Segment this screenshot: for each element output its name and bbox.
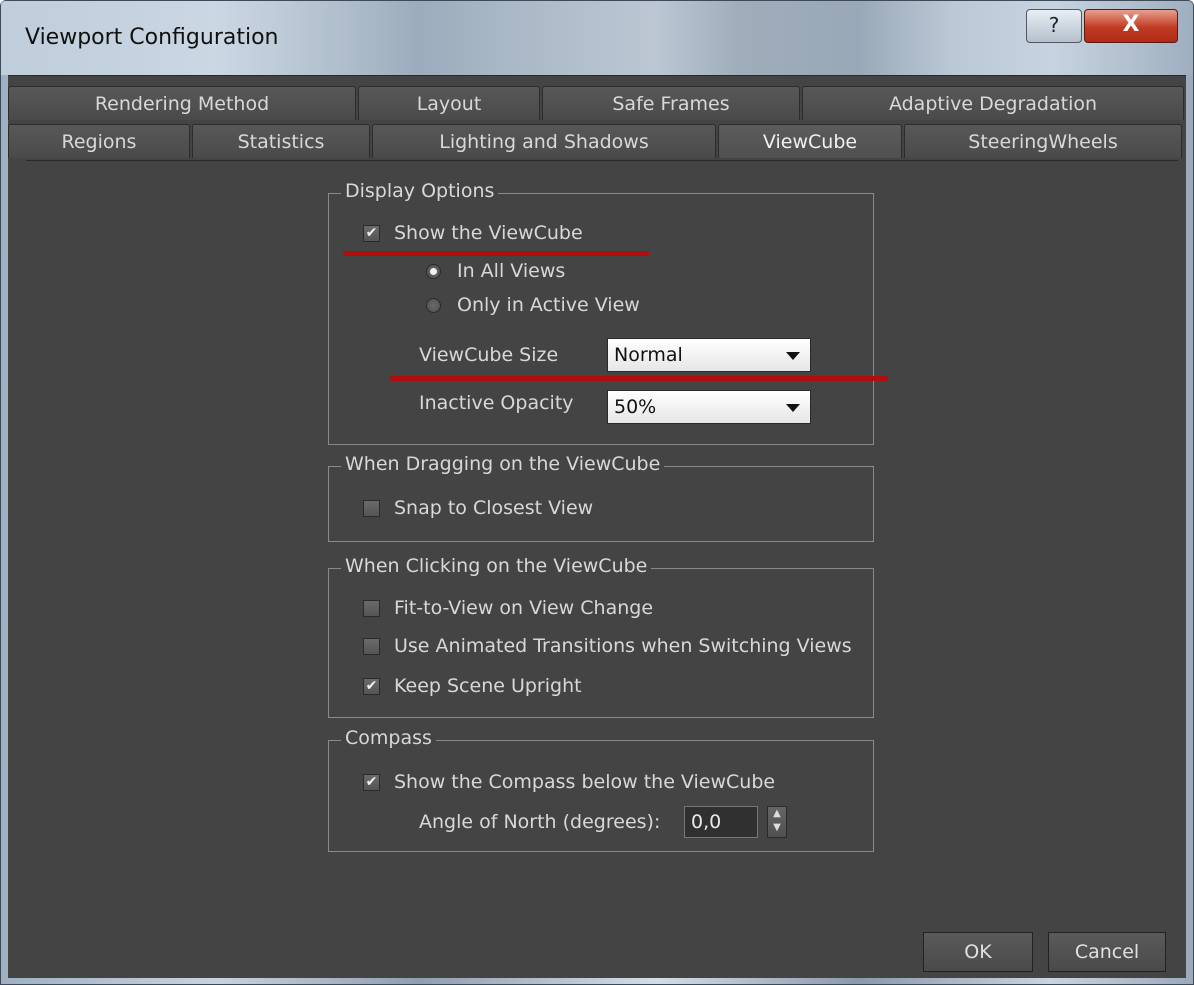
radio-selected-icon[interactable] xyxy=(426,263,441,279)
snap-to-closest-view-checkbox[interactable]: Snap to Closest View xyxy=(363,497,593,519)
help-button[interactable]: ? xyxy=(1026,9,1082,43)
close-button[interactable]: X xyxy=(1084,9,1178,43)
only-active-view-radio[interactable]: Only in Active View xyxy=(426,294,640,316)
checkbox-label: Fit-to-View on View Change xyxy=(394,597,654,619)
tab-statistics[interactable]: Statistics xyxy=(192,124,370,158)
dropdown-value: Normal xyxy=(614,344,683,366)
tab-steeringwheels[interactable]: SteeringWheels xyxy=(904,124,1182,158)
inactive-opacity-dropdown[interactable]: 50% xyxy=(607,390,811,424)
checkbox-label: Keep Scene Upright xyxy=(394,675,582,697)
fit-to-view-checkbox[interactable]: Fit-to-View on View Change xyxy=(363,597,653,619)
radio-label: In All Views xyxy=(457,260,566,282)
radio-unselected-icon[interactable] xyxy=(426,297,441,313)
title-bar[interactable]: Viewport Configuration ? X xyxy=(1,1,1193,75)
dragging-group: When Dragging on the ViewCube Snap to Cl… xyxy=(328,453,874,542)
clicking-group: When Clicking on the ViewCube Fit-to-Vie… xyxy=(328,555,874,718)
display-options-group: Display Options ✔ Show the ViewCube In A… xyxy=(328,180,874,445)
spinner-arrows-icon[interactable]: ▲ ▼ xyxy=(767,806,787,838)
viewport-configuration-window: Viewport Configuration ? X Rendering Met… xyxy=(0,0,1194,985)
viewcube-size-label: ViewCube Size xyxy=(419,344,559,366)
tab-divider xyxy=(26,160,1178,161)
in-all-views-radio[interactable]: In All Views xyxy=(426,260,565,282)
chevron-down-icon[interactable] xyxy=(786,404,800,412)
checkbox-label: Show the Compass below the ViewCube xyxy=(394,771,776,793)
angle-of-north-label: Angle of North (degrees): xyxy=(419,811,661,833)
group-label: Compass xyxy=(341,727,436,749)
tab-row-2: Regions Statistics Lighting and Shadows … xyxy=(8,124,1186,160)
checkbox-label: Show the ViewCube xyxy=(394,222,583,244)
ok-button[interactable]: OK xyxy=(923,932,1033,972)
group-label: When Clicking on the ViewCube xyxy=(341,555,652,577)
checkbox-checked-icon[interactable]: ✔ xyxy=(363,773,380,791)
tab-adaptive-degradation[interactable]: Adaptive Degradation xyxy=(802,86,1184,120)
animated-transitions-checkbox[interactable]: Use Animated Transitions when Switching … xyxy=(363,635,852,657)
checkbox-checked-icon[interactable]: ✔ xyxy=(363,224,380,242)
checkbox-unchecked-icon[interactable] xyxy=(363,499,380,517)
radio-label: Only in Active View xyxy=(457,294,640,316)
highlight-underline xyxy=(343,251,649,256)
group-label: Display Options xyxy=(341,180,499,202)
angle-of-north-input[interactable]: 0,0 xyxy=(684,806,758,838)
close-icon: X xyxy=(1122,12,1140,37)
tab-rendering-method[interactable]: Rendering Method xyxy=(8,86,356,120)
highlight-underline xyxy=(390,376,888,381)
tab-lighting-and-shadows[interactable]: Lighting and Shadows xyxy=(372,124,716,158)
checkbox-label: Use Animated Transitions when Switching … xyxy=(394,635,852,657)
checkbox-label: Snap to Closest View xyxy=(394,497,594,519)
viewcube-size-dropdown[interactable]: Normal xyxy=(607,338,811,372)
show-viewcube-checkbox[interactable]: ✔ Show the ViewCube xyxy=(363,222,583,244)
tab-safe-frames[interactable]: Safe Frames xyxy=(542,86,800,120)
inactive-opacity-label: Inactive Opacity xyxy=(419,392,574,414)
keep-scene-upright-checkbox[interactable]: ✔ Keep Scene Upright xyxy=(363,675,582,697)
checkbox-unchecked-icon[interactable] xyxy=(363,637,380,655)
tab-row-1: Rendering Method Layout Safe Frames Adap… xyxy=(8,86,1186,122)
group-label: When Dragging on the ViewCube xyxy=(341,453,665,475)
checkbox-unchecked-icon[interactable] xyxy=(363,599,380,617)
tab-viewcube[interactable]: ViewCube xyxy=(718,124,902,158)
tab-regions[interactable]: Regions xyxy=(8,124,190,158)
window-title: Viewport Configuration xyxy=(25,25,279,50)
checkbox-checked-icon[interactable]: ✔ xyxy=(363,677,380,695)
tab-layout[interactable]: Layout xyxy=(358,86,540,120)
compass-group: Compass ✔ Show the Compass below the Vie… xyxy=(328,727,874,852)
dropdown-value: 50% xyxy=(614,396,657,418)
help-icon: ? xyxy=(1048,13,1060,37)
cancel-button[interactable]: Cancel xyxy=(1048,932,1166,972)
show-compass-checkbox[interactable]: ✔ Show the Compass below the ViewCube xyxy=(363,771,775,793)
chevron-down-icon[interactable] xyxy=(786,352,800,360)
dialog-client-area: Rendering Method Layout Safe Frames Adap… xyxy=(8,75,1186,978)
